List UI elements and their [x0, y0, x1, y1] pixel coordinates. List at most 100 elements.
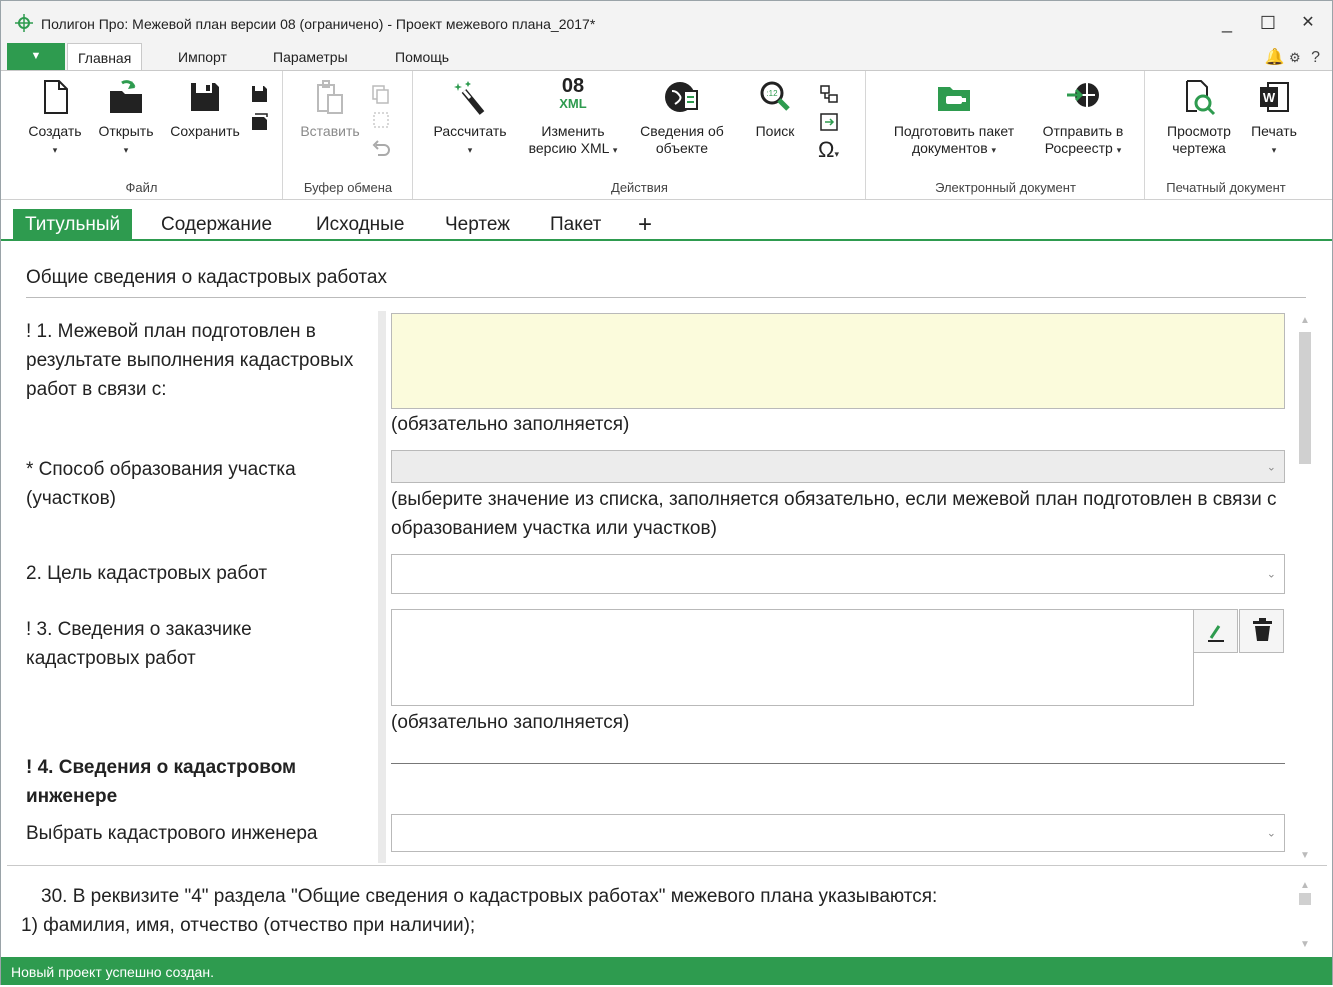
field2-label: 2. Цель кадастровых работ [26, 563, 268, 584]
app-menu-button[interactable]: ▼ [7, 43, 65, 70]
help-panel: 30. В реквизите "4" раздела "Общие сведе… [7, 865, 1327, 955]
open-folder-icon [110, 80, 142, 113]
field1-hint: (обязательно заполняется) [391, 414, 630, 435]
status-bar: Новый проект успешно создан. [1, 957, 1332, 985]
form-area: Общие сведения о кадастровых работах ! 1… [7, 243, 1327, 863]
tab-package[interactable]: Пакет [538, 209, 613, 241]
tab-import[interactable]: Импорт [168, 43, 237, 71]
engineer-label: Выбрать кадастрового инженера [26, 823, 318, 844]
scrollbar-thumb[interactable] [1299, 332, 1311, 464]
method-label: * Способ образования участка (участков) [26, 459, 296, 509]
copy-icon[interactable] [370, 83, 392, 105]
tab-home[interactable]: Главная [67, 43, 143, 71]
magic-wand-icon [454, 81, 485, 115]
form-scrollbar[interactable]: ▲ ▼ [1299, 315, 1311, 861]
svg-text::12: :12 [766, 89, 778, 98]
new-document-icon [44, 80, 68, 114]
prepare-package-button[interactable]: Подготовить пакет документов ▾ [879, 77, 1029, 159]
app-logo-icon [15, 14, 33, 32]
calculate-button[interactable]: Рассчитать ▾ [426, 77, 514, 159]
ribbon-group-actions: Рассчитать ▾ 08 XML Изменить версию XML ▾ … [414, 71, 866, 199]
scrollbar-thumb[interactable] [1299, 893, 1311, 905]
ribbon-group-file: Создать ▾ Открыть ▾ Сохранить Файл [1, 71, 283, 199]
window-title: Полигон Про: Межевой план версии 08 (огр… [41, 16, 596, 32]
minimize-button[interactable]: _ [1210, 9, 1244, 37]
edit-customer-button[interactable] [1193, 609, 1238, 653]
field3-label: ! 3. Сведения о заказчике кадастровых ра… [26, 619, 252, 669]
preview-drawing-button[interactable]: Просмотр чертежа [1158, 77, 1240, 157]
field3-hint: (обязательно заполняется) [391, 712, 630, 733]
globe-document-icon [665, 82, 698, 112]
top-right-tools: 🔔 ⚙ ? [1265, 47, 1320, 67]
tab-source[interactable]: Исходные [304, 209, 416, 241]
bell-icon[interactable]: 🔔 [1265, 49, 1285, 66]
close-button[interactable]: ✕ [1291, 9, 1325, 37]
customer-textarea[interactable] [391, 609, 1194, 706]
omega-icon: Ω [818, 137, 835, 162]
word-document-icon: W [1260, 82, 1289, 112]
cut-icon[interactable] [370, 109, 392, 131]
pencil-icon [1208, 625, 1224, 642]
method-hint: (выберите значение из списка, заполняетс… [391, 489, 1277, 539]
scroll-up-icon[interactable]: ▲ [1299, 315, 1311, 326]
print-button[interactable]: W Печать ▾ [1244, 77, 1304, 159]
field1-label: ! 1. Межевой план подготовлен в результа… [26, 321, 354, 400]
gear-icon[interactable]: ⚙ [1289, 50, 1301, 65]
chevron-down-icon: ⌄ [1266, 827, 1276, 840]
create-button[interactable]: Создать ▾ [21, 77, 89, 159]
paste-icon [317, 80, 343, 114]
send-rosreestr-button[interactable]: Отправить в Росреестр ▾ [1033, 77, 1133, 159]
split-icon[interactable] [818, 83, 840, 105]
field4-separator [391, 763, 1285, 764]
ribbon-group-label-actions: Действия [611, 180, 668, 195]
ribbon-group-clipboard: Вставить Буфер обмена [284, 71, 413, 199]
maximize-button[interactable]: ☐ [1251, 9, 1285, 37]
help-icon[interactable]: ? [1311, 49, 1320, 66]
delete-customer-button[interactable] [1239, 609, 1284, 653]
scroll-down-icon[interactable]: ▼ [1299, 850, 1311, 861]
field1-textarea[interactable] [391, 313, 1285, 409]
tab-drawing[interactable]: Чертеж [433, 209, 522, 241]
object-info-button[interactable]: Сведения об объекте [632, 77, 732, 157]
save-button[interactable]: Сохранить [163, 77, 247, 140]
insert-field-icon[interactable] [818, 111, 840, 133]
scroll-up-icon[interactable]: ▲ [1299, 880, 1311, 891]
trash-icon [1253, 618, 1272, 641]
svg-text:W: W [1263, 90, 1276, 105]
ribbon-group-edoc: Подготовить пакет документов ▾ Отправить … [867, 71, 1145, 199]
tab-contents[interactable]: Содержание [149, 209, 284, 241]
section-divider [26, 297, 1306, 298]
app-window: Полигон Про: Межевой план версии 08 (огр… [0, 0, 1333, 985]
ribbon-group-label-clipboard: Буфер обмена [303, 180, 393, 195]
purpose-select[interactable]: ⌄ [391, 554, 1285, 594]
tab-parameters[interactable]: Параметры [263, 43, 358, 71]
open-button[interactable]: Открыть ▾ [91, 77, 161, 159]
change-xml-version-button[interactable]: 08 XML Изменить версию XML ▾ [518, 75, 628, 159]
save-all-icon[interactable] [249, 111, 271, 133]
ribbon-group-label-edoc: Электронный документ [935, 180, 1076, 195]
section-title: Общие сведения о кадастровых работах [26, 267, 387, 288]
menu-bar: ▼ Главная Импорт Параметры Помощь 🔔 ⚙ ? [1, 43, 1332, 71]
scroll-down-icon[interactable]: ▼ [1299, 939, 1311, 950]
usb-folder-icon [938, 87, 970, 111]
title-bar: Полигон Про: Межевой план версии 08 (огр… [1, 1, 1332, 43]
tab-help[interactable]: Помощь [385, 43, 459, 71]
page-tabs: Титульный Содержание Исходные Чертеж Пак… [1, 201, 1332, 241]
search-button[interactable]: :12 Поиск [740, 77, 810, 140]
tab-title-page[interactable]: Титульный [13, 209, 133, 241]
help-line-1: 30. В реквизите "4" раздела "Общие сведе… [41, 886, 938, 907]
add-tab-button[interactable]: + [626, 209, 664, 241]
ribbon-group-label-print: Печатный документ [1166, 180, 1286, 195]
save-as-icon[interactable] [249, 83, 271, 105]
preview-icon [1186, 80, 1216, 116]
xml-version-icon: 08 XML [559, 75, 587, 111]
method-select[interactable]: ⌄ [391, 450, 1285, 483]
field4-heading: ! 4. Сведения о кадастровом инженере [26, 757, 297, 807]
engineer-select[interactable]: ⌄ [391, 814, 1285, 852]
chevron-down-icon: ⌄ [1266, 568, 1276, 581]
undo-icon[interactable] [370, 137, 392, 159]
paste-button[interactable]: Вставить [296, 77, 364, 140]
help-scrollbar[interactable]: ▲ ▼ [1299, 880, 1311, 950]
help-line-2: 1) фамилия, имя, отчество (отчество при … [21, 915, 476, 936]
special-symbol-button[interactable]: Ω▾ [818, 137, 839, 163]
